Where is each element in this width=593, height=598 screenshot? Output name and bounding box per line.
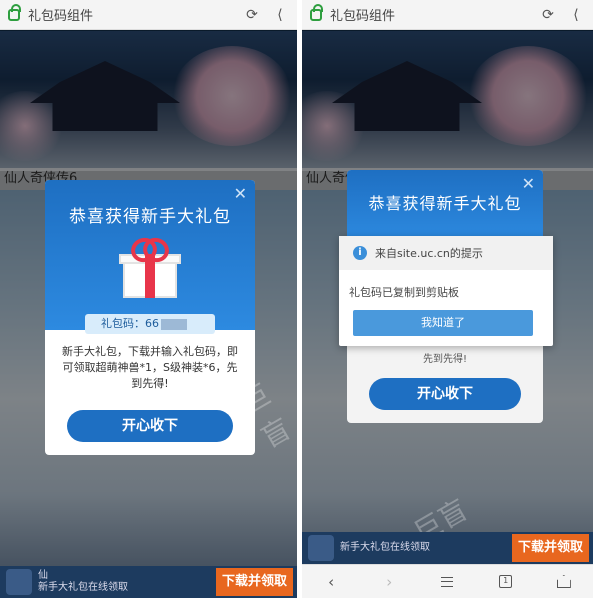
lock-icon: [310, 3, 323, 21]
accept-button[interactable]: 开心收下: [67, 410, 233, 442]
alert-message: 礼包码已复制到剪贴板: [349, 286, 459, 299]
modal-title: 恭喜获得新手大礼包: [368, 194, 522, 213]
app-name: 仙: [38, 570, 48, 581]
alert-title: 来自site.uc.cn的提示: [375, 247, 483, 260]
code-mask: [161, 318, 187, 330]
lock-icon: [8, 3, 21, 21]
menu-icon[interactable]: [435, 570, 459, 594]
browser-navbar: ‹ › 1: [302, 564, 593, 598]
back-icon[interactable]: ‹: [319, 570, 343, 594]
modal-header: 恭喜获得新手大礼包 ✕ 礼包码：66: [45, 180, 255, 334]
download-bar-text: 仙 新手大礼包在线领取: [38, 570, 216, 594]
app-avatar: [6, 569, 32, 595]
tabs-icon[interactable]: 1: [494, 570, 518, 594]
accept-button[interactable]: 开心收下: [369, 378, 521, 410]
page-title: 礼包码组件: [330, 9, 396, 24]
alert-dialog: i 来自site.uc.cn的提示 礼包码已复制到剪贴板 我知道了: [339, 236, 553, 346]
alert-header: i 来自site.uc.cn的提示: [339, 236, 553, 270]
share-icon[interactable]: ⟨: [567, 6, 585, 24]
gift-box-icon: [117, 238, 183, 300]
gift-modal: 恭喜获得新手大礼包 ✕ 礼包码：66 新手大礼包，下载并输入礼包码，即可领取超萌…: [45, 180, 255, 455]
app-avatar: [308, 535, 334, 561]
close-icon[interactable]: ✕: [234, 184, 247, 203]
modal-title: 恭喜获得新手大礼包: [69, 207, 231, 227]
home-icon[interactable]: [552, 570, 576, 594]
gift-code-label: 礼包码：66: [101, 317, 159, 330]
download-bar-text: 新手大礼包在线领取: [340, 542, 512, 554]
close-icon[interactable]: ✕: [522, 174, 535, 193]
left-screen: 礼包码组件 ⟳ ⟨ 仙人奇侠传6 巨盲 巨盲 恭喜获得新手大礼包 ✕ 礼包码：6…: [0, 0, 297, 598]
right-screen: 礼包码组件 ⟳ ⟨ 仙人奇侠传6 巨盲 巨盲 恭喜获得新手大礼包 ✕ 先到先得!…: [302, 0, 593, 598]
share-icon[interactable]: ⟨: [271, 6, 289, 24]
modal-description: 新手大礼包，下载并输入礼包码，即可领取超萌神兽*1，S级神装*6，先到先得!: [62, 345, 238, 390]
alert-ok-button[interactable]: 我知道了: [353, 310, 533, 336]
app-subtitle: 新手大礼包在线领取: [38, 582, 128, 593]
refresh-icon[interactable]: ⟳: [243, 6, 261, 24]
modal-header: 恭喜获得新手大礼包 ✕: [347, 170, 543, 242]
download-bar: 新手大礼包在线领取 下载并领取: [302, 532, 593, 564]
browser-topbar: 礼包码组件 ⟳ ⟨: [302, 0, 593, 30]
page-title: 礼包码组件: [28, 9, 94, 24]
download-bar: 仙 新手大礼包在线领取 下载并领取: [0, 566, 297, 598]
info-icon: i: [353, 246, 367, 260]
forward-icon[interactable]: ›: [377, 570, 401, 594]
download-button[interactable]: 下载并领取: [511, 534, 589, 562]
refresh-icon[interactable]: ⟳: [539, 6, 557, 24]
browser-topbar: 礼包码组件 ⟳ ⟨: [0, 0, 297, 30]
app-subtitle: 新手大礼包在线领取: [340, 542, 430, 553]
modal-description-tail: 先到先得!: [422, 354, 467, 365]
download-button[interactable]: 下载并领取: [215, 568, 293, 596]
gift-code: 礼包码：66: [85, 314, 215, 334]
